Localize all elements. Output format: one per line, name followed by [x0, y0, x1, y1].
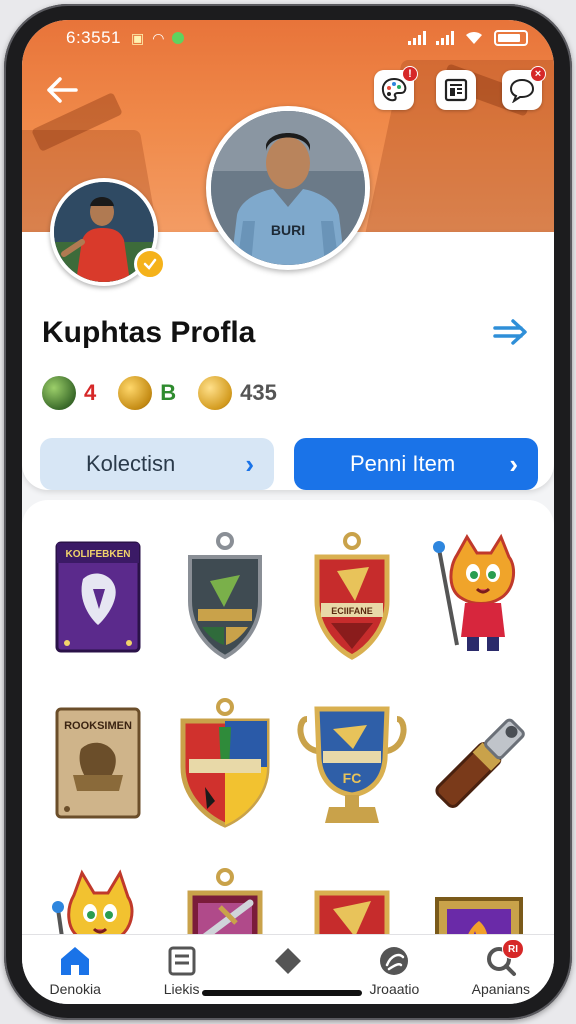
primary-item-button[interactable]: Penni Item ›	[294, 438, 538, 490]
collection-button[interactable]: Kolectisn ›	[40, 438, 274, 490]
swirl-icon	[380, 947, 409, 975]
stats-row: 4 B 435	[42, 376, 277, 410]
item-label: ROOKSIMEN	[64, 720, 132, 732]
share-button[interactable]	[488, 312, 532, 352]
nav-label: Apanians	[471, 981, 531, 997]
shield-badge-icon	[187, 532, 262, 660]
jersey-text: BURI	[271, 222, 305, 238]
back-button[interactable]	[42, 70, 82, 110]
star-badge-icon	[143, 258, 157, 270]
status-dot-icon	[172, 32, 185, 44]
shield-badge-icon: ECIIFANE	[314, 532, 389, 660]
grid-item-cat-mascot[interactable]	[415, 514, 542, 680]
stat-item: 4	[42, 376, 96, 410]
cat-mascot-icon	[432, 533, 515, 651]
grid-item-dark-shield-badge[interactable]	[161, 514, 288, 680]
item-label: ECIIFANE	[331, 606, 373, 616]
signal-icon-2	[436, 31, 454, 45]
items-grid: KOLIFEBKEN ECIIFANE ROOKSIMEN FC	[34, 514, 542, 950]
newspaper-icon	[444, 78, 468, 102]
gold-ball-icon	[198, 376, 233, 410]
chat-badge: ×	[530, 66, 546, 82]
nav-label: Liekis	[163, 981, 200, 997]
palette-button[interactable]: !	[374, 66, 418, 110]
player-portrait: BURI	[211, 111, 365, 265]
stat-value: B	[160, 380, 177, 405]
grid-item-brown-card-pack[interactable]: ROOKSIMEN	[34, 680, 161, 846]
chat-button[interactable]: ×	[502, 66, 546, 110]
list-icon	[168, 946, 196, 976]
wifi-small-icon: ◠	[152, 29, 165, 46]
item-label: FC	[342, 770, 361, 786]
wifi-icon	[466, 31, 482, 44]
signal-icon	[408, 31, 426, 45]
stat-item: B	[118, 376, 176, 410]
profile-name: Kuphtas Profla	[42, 316, 256, 349]
notification-icon: ▣	[131, 29, 145, 46]
item-label: KOLIFEBKEN	[65, 549, 130, 560]
home-indicator[interactable]	[202, 990, 362, 996]
stat-value: 435	[240, 380, 277, 405]
grid-item-whistle[interactable]	[415, 680, 542, 846]
status-bar: 6:3551 ▣ ◠	[22, 20, 554, 56]
main-avatar[interactable]: BURI	[206, 106, 370, 270]
home-icon	[61, 947, 90, 975]
green-coin-icon	[42, 376, 76, 410]
news-button[interactable]	[436, 70, 476, 110]
card-pack-icon: KOLIFEBKEN	[55, 541, 140, 653]
collection-label: Kolectisn	[86, 451, 176, 476]
shield-badge-icon	[180, 698, 269, 828]
back-arrow-icon	[47, 77, 78, 103]
items-grid-panel: KOLIFEBKEN ECIIFANE ROOKSIMEN FC	[22, 500, 554, 950]
trophy-icon: FC	[296, 706, 407, 823]
gold-coin-icon	[118, 376, 153, 410]
grid-item-blue-trophy[interactable]: FC	[288, 680, 415, 846]
diamond-icon	[275, 948, 302, 974]
app-screen: 6:3551 ▣ ◠ ! × Kuphtas Profla 4 B 435 Ko…	[22, 20, 554, 1004]
verified-badge	[134, 248, 166, 280]
arrow-right-icon	[493, 319, 527, 345]
notification-badge: !	[402, 66, 418, 82]
primary-label: Penni Item	[350, 451, 456, 476]
battery-icon	[494, 30, 528, 46]
card-pack-icon: ROOKSIMEN	[55, 707, 140, 819]
grid-item-red-shield-badge[interactable]: ECIIFANE	[288, 514, 415, 680]
chevron-right-icon: ›	[245, 448, 254, 479]
nav-badge: RI	[502, 939, 525, 959]
whistle-icon	[434, 718, 525, 808]
nav-label: Denokia	[49, 981, 101, 997]
nav-item-apanians[interactable]: RI Apanians	[448, 935, 554, 1004]
palette-icon	[381, 77, 407, 102]
nav-label: Jroaatio	[369, 981, 420, 997]
status-time: 6:3551	[66, 28, 121, 47]
nav-item-denokia[interactable]: Denokia	[22, 935, 128, 1004]
stat-item: 435	[198, 376, 277, 410]
chat-bubble-icon	[509, 78, 535, 103]
chevron-right-icon: ›	[509, 448, 518, 479]
stat-value: 4	[84, 380, 97, 405]
grid-item-striped-shield[interactable]	[161, 680, 288, 846]
grid-item-purple-card-pack[interactable]: KOLIFEBKEN	[34, 514, 161, 680]
